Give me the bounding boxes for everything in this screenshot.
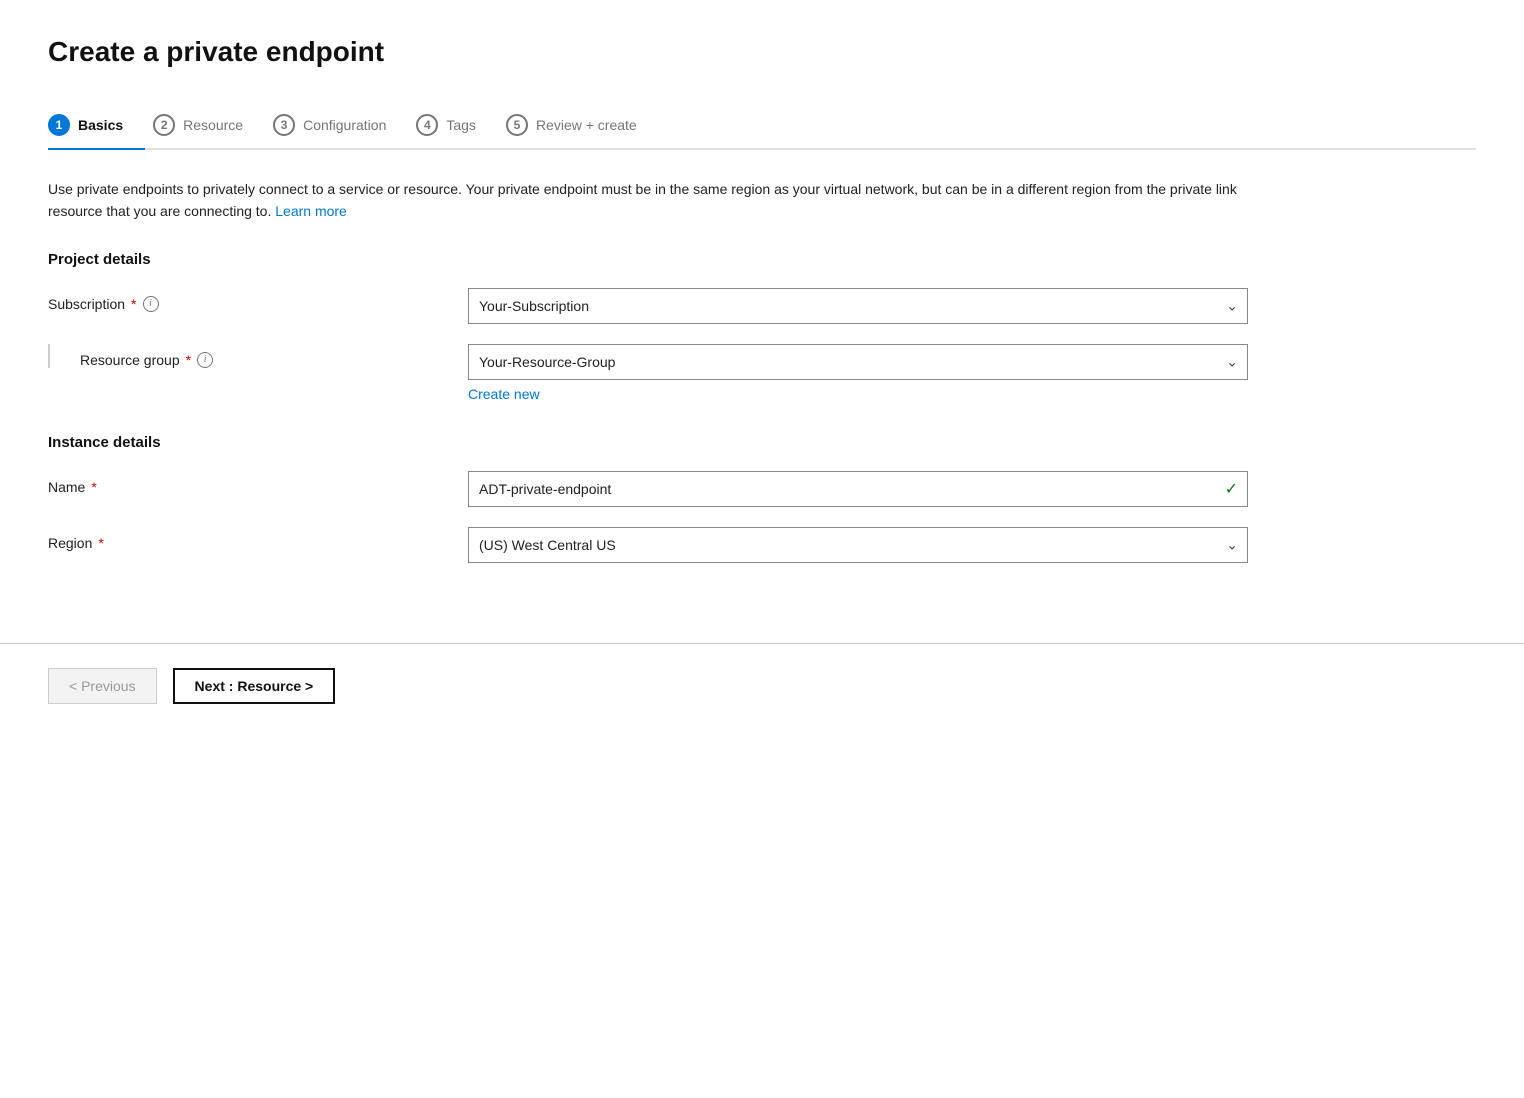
learn-more-link[interactable]: Learn more xyxy=(275,203,347,219)
subscription-select[interactable]: Your-Subscription xyxy=(468,288,1248,324)
resource-group-label: Resource group xyxy=(80,352,180,368)
tab-configuration-label: Configuration xyxy=(303,117,386,133)
subscription-label: Subscription xyxy=(48,296,125,312)
instance-details-section: Instance details Name * ✓ Region * xyxy=(48,434,1476,563)
name-input[interactable] xyxy=(468,471,1248,507)
subscription-required: * xyxy=(131,296,136,312)
tab-review-number: 5 xyxy=(506,114,528,136)
description-text: Use private endpoints to privately conne… xyxy=(48,178,1248,223)
tab-bar: 1 Basics 2 Resource 3 Configuration 4 Ta… xyxy=(48,104,1476,150)
tab-configuration-number: 3 xyxy=(273,114,295,136)
tab-configuration[interactable]: 3 Configuration xyxy=(273,104,408,148)
region-select-wrapper: (US) West Central US ⌄ xyxy=(468,527,1248,563)
previous-button[interactable]: < Previous xyxy=(48,668,157,704)
subscription-label-col: Subscription * i xyxy=(48,288,468,312)
tab-review-label: Review + create xyxy=(536,117,637,133)
tab-tags-number: 4 xyxy=(416,114,438,136)
subscription-info-icon[interactable]: i xyxy=(143,296,159,312)
tab-basics-label: Basics xyxy=(78,117,123,133)
tab-resource[interactable]: 2 Resource xyxy=(153,104,265,148)
region-control: (US) West Central US ⌄ xyxy=(468,527,1476,563)
create-new-link[interactable]: Create new xyxy=(468,386,1476,402)
subscription-control: Your-Subscription ⌄ xyxy=(468,288,1476,324)
name-input-wrapper: ✓ xyxy=(468,471,1248,507)
name-row: Name * ✓ xyxy=(48,471,1476,507)
subscription-row: Subscription * i Your-Subscription ⌄ xyxy=(48,288,1476,324)
instance-details-title: Instance details xyxy=(48,434,1476,451)
tab-resource-label: Resource xyxy=(183,117,243,133)
tab-basics[interactable]: 1 Basics xyxy=(48,104,145,148)
name-control: ✓ xyxy=(468,471,1476,507)
tab-review-create[interactable]: 5 Review + create xyxy=(506,104,659,148)
resource-group-select[interactable]: Your-Resource-Group xyxy=(468,344,1248,380)
region-row: Region * (US) West Central US ⌄ xyxy=(48,527,1476,563)
page-title: Create a private endpoint xyxy=(48,36,1476,68)
next-button[interactable]: Next : Resource > xyxy=(173,668,336,704)
tab-resource-number: 2 xyxy=(153,114,175,136)
tab-basics-number: 1 xyxy=(48,114,70,136)
resource-group-row: Resource group * i Your-Resource-Group ⌄… xyxy=(48,344,1476,402)
subscription-select-wrapper: Your-Subscription ⌄ xyxy=(468,288,1248,324)
region-select[interactable]: (US) West Central US xyxy=(468,527,1248,563)
resource-group-control: Your-Resource-Group ⌄ Create new xyxy=(468,344,1476,402)
resource-group-select-wrapper: Your-Resource-Group ⌄ xyxy=(468,344,1248,380)
resource-group-info-icon[interactable]: i xyxy=(197,352,213,368)
name-valid-icon: ✓ xyxy=(1225,479,1238,499)
name-label: Name xyxy=(48,479,85,495)
region-required: * xyxy=(98,535,103,551)
region-label: Region xyxy=(48,535,92,551)
name-required: * xyxy=(91,479,96,495)
tab-tags-label: Tags xyxy=(446,117,476,133)
tab-tags[interactable]: 4 Tags xyxy=(416,104,498,148)
name-label-col: Name * xyxy=(48,471,468,495)
project-details-title: Project details xyxy=(48,251,1476,268)
footer: < Previous Next : Resource > xyxy=(0,644,1524,728)
project-details-section: Project details Subscription * i Your-Su… xyxy=(48,251,1476,402)
region-label-col: Region * xyxy=(48,527,468,551)
resource-group-required: * xyxy=(186,352,191,368)
